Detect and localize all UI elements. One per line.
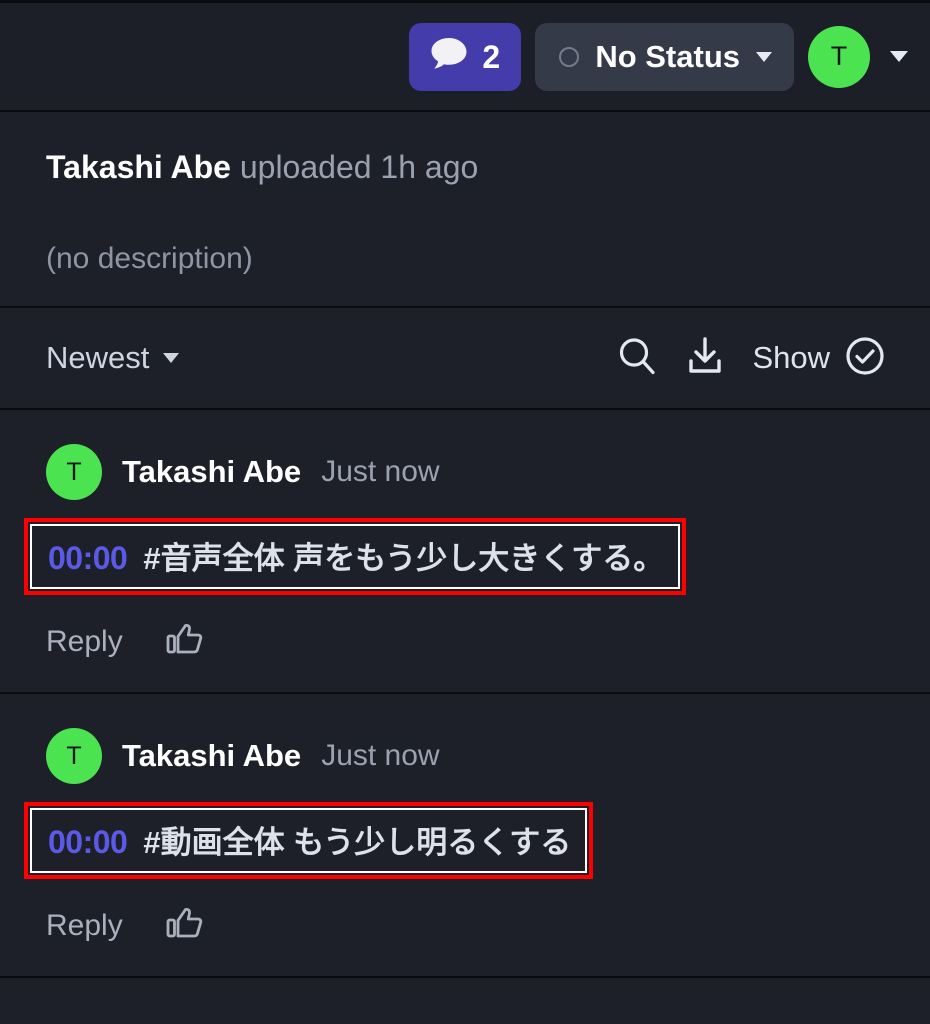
comment-header: T Takashi Abe Just now <box>46 728 884 784</box>
search-icon <box>616 335 658 382</box>
show-toggle[interactable]: Show <box>752 335 886 382</box>
panel-bottom-fill <box>0 978 930 1024</box>
account-menu-button[interactable] <box>890 51 908 62</box>
chevron-down-icon <box>890 51 908 62</box>
avatar-initial: T <box>830 41 848 71</box>
toolbar-actions: Show <box>616 335 886 382</box>
comment-text: #動画全体 もう少し明るくする <box>143 825 572 860</box>
avatar[interactable]: T <box>46 444 102 500</box>
like-button[interactable] <box>165 905 203 946</box>
status-label: No Status <box>595 39 740 74</box>
comments-toolbar: Newest Show <box>0 308 930 410</box>
sort-dropdown[interactable]: Newest <box>46 340 180 376</box>
comment-author: Takashi Abe <box>122 454 302 489</box>
comment-count: 2 <box>482 38 501 75</box>
comment-text: #音声全体 声をもう少し大きくする。 <box>143 541 665 576</box>
download-button[interactable] <box>684 335 726 382</box>
comment-body[interactable]: 00:00 #動画全体 もう少し明るくする <box>30 808 588 873</box>
chevron-down-icon <box>163 353 180 363</box>
reply-button[interactable]: Reply <box>46 909 123 943</box>
comment-author: Takashi Abe <box>122 738 302 773</box>
chevron-down-icon <box>756 51 772 62</box>
status-circle-icon <box>559 46 580 67</box>
comment-time: Just now <box>321 739 440 772</box>
upload-meta: uploaded 1h ago <box>239 149 479 185</box>
comment-body[interactable]: 00:00 #音声全体 声をもう少し大きくする。 <box>30 524 681 589</box>
comment-item: T Takashi Abe Just now 00:00 #動画全体 もう少し明… <box>0 694 930 978</box>
status-selector[interactable]: No Status <box>535 22 794 91</box>
comments-panel: 2 No Status T Takashi Abe uploaded 1h ag… <box>0 0 930 1024</box>
comment-actions: Reply <box>46 621 884 662</box>
sort-label: Newest <box>46 340 150 375</box>
comment-item: T Takashi Abe Just now 00:00 #音声全体 声をもう少… <box>0 410 930 694</box>
top-header: 2 No Status T <box>0 0 930 112</box>
uploader-name: Takashi Abe <box>46 149 231 185</box>
search-button[interactable] <box>616 335 658 382</box>
upload-description: (no description) <box>46 242 253 276</box>
speech-bubble-icon <box>430 37 468 76</box>
show-label: Show <box>752 340 830 375</box>
thumbs-up-icon <box>165 905 203 946</box>
upload-line: Takashi Abe uploaded 1h ago <box>46 148 884 186</box>
check-circle-icon <box>844 335 886 382</box>
comment-actions: Reply <box>46 905 884 946</box>
comment-header: T Takashi Abe Just now <box>46 444 884 500</box>
avatar-initial: T <box>66 457 82 486</box>
avatar[interactable]: T <box>808 25 870 88</box>
comment-timestamp[interactable]: 00:00 <box>48 540 128 577</box>
like-button[interactable] <box>165 621 203 662</box>
avatar-initial: T <box>66 741 82 770</box>
comment-timestamp[interactable]: 00:00 <box>48 824 128 861</box>
avatar[interactable]: T <box>46 728 102 784</box>
comment-count-badge[interactable]: 2 <box>409 22 522 91</box>
upload-info-section: Takashi Abe uploaded 1h ago (no descript… <box>0 112 930 308</box>
reply-button[interactable]: Reply <box>46 625 123 659</box>
thumbs-up-icon <box>165 621 203 662</box>
download-icon <box>684 335 726 382</box>
comment-time: Just now <box>321 455 440 488</box>
comment-highlight-box: 00:00 #音声全体 声をもう少し大きくする。 <box>24 518 687 595</box>
comment-highlight-box: 00:00 #動画全体 もう少し明るくする <box>24 802 594 879</box>
